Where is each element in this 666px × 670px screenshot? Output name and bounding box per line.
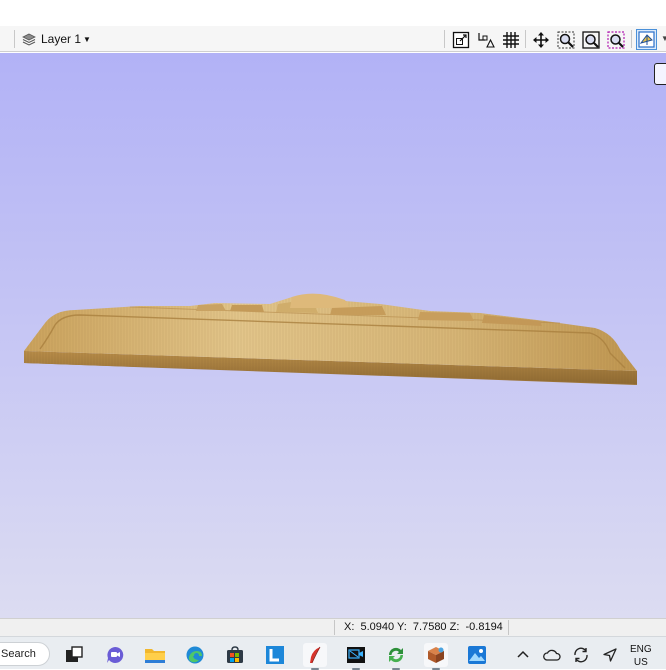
edge-icon <box>186 646 204 664</box>
file-explorer-icon <box>145 649 165 663</box>
store-icon <box>227 646 243 663</box>
search-label: Search <box>1 648 36 660</box>
cycle-app-button[interactable] <box>384 643 408 670</box>
file-explorer-button[interactable] <box>143 643 167 667</box>
3d-viewport[interactable] <box>0 53 666 618</box>
onedrive-icon <box>543 649 561 661</box>
task-view-icon <box>66 646 83 662</box>
feather-app-icon <box>310 646 321 664</box>
language-code: ENG <box>630 644 652 655</box>
show-hidden-icons-button[interactable] <box>511 643 535 667</box>
chevron-down-icon: ▼ <box>83 34 91 44</box>
zoom-selection-button[interactable] <box>605 29 626 50</box>
3d-model-preview <box>24 293 637 385</box>
location-button[interactable] <box>598 643 622 667</box>
location-icon <box>603 648 617 662</box>
layer-dropdown[interactable]: Layer 1 ▼ <box>22 30 91 48</box>
pan-icon <box>532 31 549 48</box>
taskbar-search[interactable]: Search <box>0 642 50 666</box>
chevron-up-icon <box>517 650 529 658</box>
task-view-button[interactable] <box>62 643 86 667</box>
cube-app-button[interactable] <box>424 643 448 670</box>
pan-button[interactable] <box>530 29 551 50</box>
edge-button[interactable] <box>183 643 207 667</box>
photos-button[interactable] <box>465 643 489 667</box>
toolbar-separator <box>525 30 526 48</box>
status-divider <box>334 620 335 635</box>
sync-icon <box>574 647 588 663</box>
chat-icon <box>107 646 124 663</box>
language-indicator[interactable]: ENG US <box>630 643 652 669</box>
cube-app-icon <box>428 647 444 663</box>
chat-button[interactable] <box>103 643 127 667</box>
photos-icon <box>468 646 486 664</box>
onedrive-button[interactable] <box>540 643 564 667</box>
toolbar-separator <box>14 30 15 48</box>
zoom-button[interactable] <box>555 29 576 50</box>
store-button[interactable] <box>223 643 247 667</box>
l-app-icon <box>266 646 284 664</box>
toolbar-separator <box>631 30 632 48</box>
grid-icon <box>502 31 519 48</box>
view-toolbar: Layer 1 ▼ ▼ <box>0 26 666 52</box>
zoom-selection-icon <box>606 30 625 49</box>
toolbar-separator <box>444 30 445 48</box>
layer-label: Layer 1 <box>41 32 82 46</box>
cursor-coordinates: X: 5.0940 Y: 7.7580 Z: -0.8194 <box>344 621 503 633</box>
region-code: US <box>633 657 648 668</box>
zoom-icon <box>557 31 574 48</box>
layers-icon <box>22 33 36 46</box>
set-job-size-button[interactable] <box>450 29 471 50</box>
media-app-icon <box>347 647 365 663</box>
cycle-app-icon <box>388 647 404 663</box>
title-strip <box>0 0 666 26</box>
snap-settings-icon <box>477 32 495 48</box>
status-bar: X: 5.0940 Y: 7.7580 Z: -0.8194 <box>0 618 666 636</box>
l-app-button[interactable] <box>263 643 287 667</box>
sync-button[interactable] <box>569 643 593 667</box>
zoom-extents-button[interactable] <box>580 29 601 50</box>
grid-button[interactable] <box>500 29 521 50</box>
media-app-button[interactable] <box>344 643 368 670</box>
toolbar-overflow-icon[interactable]: ▼ <box>661 34 666 43</box>
windows-taskbar: Search ENG US <box>0 636 666 670</box>
toggle-view-icon <box>638 31 655 48</box>
set-job-size-icon <box>452 31 469 48</box>
feather-app-button[interactable] <box>303 643 327 670</box>
zoom-extents-icon <box>581 30 600 49</box>
snap-settings-button[interactable] <box>475 29 496 50</box>
status-divider <box>508 620 509 635</box>
toggle-view-button[interactable] <box>636 29 657 50</box>
